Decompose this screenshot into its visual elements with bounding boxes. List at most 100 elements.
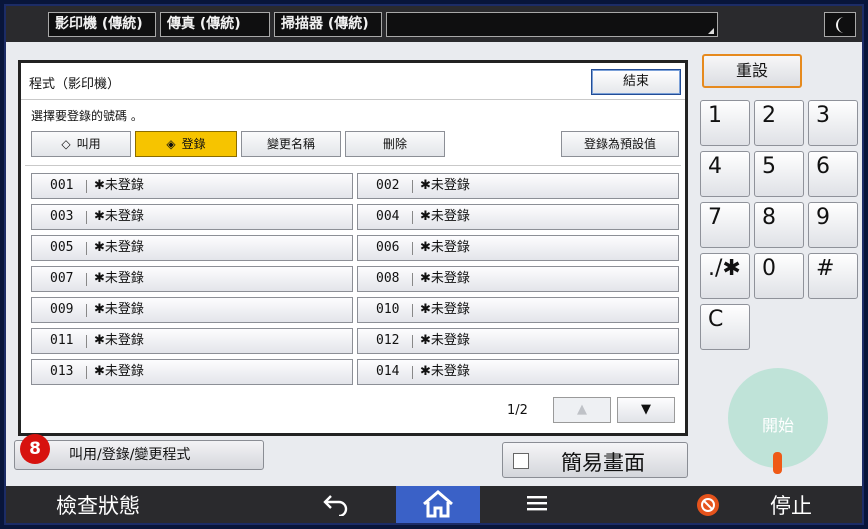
- program-slot-003[interactable]: 003 ✱未登錄: [31, 204, 353, 230]
- program-slot-009[interactable]: 009 ✱未登錄: [31, 297, 353, 323]
- keypad-key-11[interactable]: #: [808, 253, 858, 299]
- stop-button[interactable]: 停止: [770, 490, 812, 520]
- slot-number: 010: [376, 302, 400, 317]
- program-slot-008[interactable]: 008 ✱未登錄: [357, 266, 679, 292]
- slot-label: ✱未登錄: [94, 240, 144, 255]
- slot-divider: [86, 242, 87, 255]
- bottom-bar: 檢查狀態 停止: [6, 486, 862, 523]
- slot-label: ✱未登錄: [420, 302, 470, 317]
- menu-button[interactable]: [526, 494, 548, 516]
- energy-saver-button[interactable]: [824, 12, 856, 37]
- program-slot-010[interactable]: 010 ✱未登錄: [357, 297, 679, 323]
- program-slot-001[interactable]: 001 ✱未登錄: [31, 173, 353, 199]
- slot-divider: [86, 180, 87, 193]
- simple-screen-button[interactable]: 簡易畫面: [502, 442, 688, 478]
- simple-screen-label: 簡易畫面: [561, 451, 645, 475]
- slot-number: 007: [50, 271, 74, 286]
- hamburger-menu-icon: [527, 496, 547, 511]
- step-number-badge: 8: [20, 434, 50, 464]
- keypad-key-7[interactable]: 8: [754, 202, 804, 248]
- copier-screen: 影印機 (傳統) 傳真 (傳統) 掃描器 (傳統) 程式（影印機） 結束 選擇要…: [4, 4, 864, 525]
- delete-button[interactable]: 刪除: [345, 131, 445, 157]
- register-button[interactable]: ◈ 登錄: [135, 131, 237, 157]
- slot-label: ✱未登錄: [420, 271, 470, 286]
- slot-divider: [86, 366, 87, 379]
- slot-divider: [86, 273, 87, 286]
- slot-divider: [86, 335, 87, 348]
- keypad-key-1[interactable]: 2: [754, 100, 804, 146]
- recall-button[interactable]: ◇ 叫用: [31, 131, 131, 157]
- keypad-key-10[interactable]: 0: [754, 253, 804, 299]
- slot-divider: [86, 304, 87, 317]
- check-status-button[interactable]: 檢查狀態: [56, 490, 140, 520]
- slot-number: 003: [50, 209, 74, 224]
- program-slot-006[interactable]: 006 ✱未登錄: [357, 235, 679, 261]
- program-slot-011[interactable]: 011 ✱未登錄: [31, 328, 353, 354]
- slot-divider: [412, 273, 413, 286]
- tab-scanner-classic[interactable]: 掃描器 (傳統): [274, 12, 382, 37]
- slot-divider: [86, 211, 87, 224]
- slot-divider: [412, 242, 413, 255]
- page-indicator: 1/2: [507, 403, 528, 418]
- program-slot-007[interactable]: 007 ✱未登錄: [31, 266, 353, 292]
- program-slot-005[interactable]: 005 ✱未登錄: [31, 235, 353, 261]
- message-area: [386, 12, 718, 37]
- slot-label: ✱未登錄: [94, 209, 144, 224]
- tab-copier-classic[interactable]: 影印機 (傳統): [48, 12, 156, 37]
- keypad-key-3[interactable]: 4: [700, 151, 750, 197]
- set-default-button[interactable]: 登錄為預設值: [561, 131, 679, 157]
- simple-screen-checkbox[interactable]: [513, 453, 529, 469]
- slot-divider: [412, 180, 413, 193]
- keypad-key-6[interactable]: 7: [700, 202, 750, 248]
- slot-number: 004: [376, 209, 400, 224]
- program-slot-002[interactable]: 002 ✱未登錄: [357, 173, 679, 199]
- slot-label: ✱未登錄: [420, 240, 470, 255]
- program-slot-012[interactable]: 012 ✱未登錄: [357, 328, 679, 354]
- slot-divider: [412, 304, 413, 317]
- slot-number: 012: [376, 333, 400, 348]
- slot-label: ✱未登錄: [94, 178, 144, 193]
- back-button[interactable]: [322, 492, 350, 520]
- slot-label: ✱未登錄: [94, 271, 144, 286]
- divider: [21, 99, 685, 100]
- program-button[interactable]: 叫用/登錄/變更程式: [14, 440, 264, 470]
- slot-number: 014: [376, 364, 400, 379]
- tab-fax-classic[interactable]: 傳真 (傳統): [160, 12, 270, 37]
- keypad-key-5[interactable]: 6: [808, 151, 858, 197]
- keypad-key-2[interactable]: 3: [808, 100, 858, 146]
- end-button[interactable]: 結束: [591, 69, 681, 95]
- slot-label: ✱未登錄: [94, 302, 144, 317]
- start-button[interactable]: 開始: [728, 368, 828, 474]
- slot-label: ✱未登錄: [420, 364, 470, 379]
- divider: [25, 165, 681, 166]
- keypad-key-9[interactable]: ./✱: [700, 253, 750, 299]
- slot-number: 009: [50, 302, 74, 317]
- slot-divider: [412, 335, 413, 348]
- slot-number: 008: [376, 271, 400, 286]
- keypad-key-12[interactable]: C: [700, 304, 750, 350]
- page-down-button[interactable]: ▼: [617, 397, 675, 423]
- instruction-text: 選擇要登錄的號碼 。: [31, 109, 143, 123]
- slot-label: ✱未登錄: [94, 333, 144, 348]
- recall-diamond-icon: ◇: [61, 137, 71, 151]
- start-label: 開始: [761, 416, 794, 435]
- keypad-key-4[interactable]: 5: [754, 151, 804, 197]
- slot-divider: [412, 211, 413, 224]
- register-diamond-icon: ◈: [166, 137, 176, 151]
- slot-number: 013: [50, 364, 74, 379]
- resize-corner-icon: [708, 28, 714, 34]
- slot-label: ✱未登錄: [94, 364, 144, 379]
- slot-divider: [412, 366, 413, 379]
- slot-number: 011: [50, 333, 74, 348]
- rename-button[interactable]: 變更名稱: [241, 131, 341, 157]
- keypad-key-8[interactable]: 9: [808, 202, 858, 248]
- program-slot-013[interactable]: 013 ✱未登錄: [31, 359, 353, 385]
- slot-number: 002: [376, 178, 400, 193]
- program-slot-014[interactable]: 014 ✱未登錄: [357, 359, 679, 385]
- reset-button[interactable]: 重設: [702, 54, 802, 88]
- keypad-key-0[interactable]: 1: [700, 100, 750, 146]
- program-slot-004[interactable]: 004 ✱未登錄: [357, 204, 679, 230]
- dialog-title: 程式（影印機）: [29, 77, 121, 92]
- page-up-button[interactable]: ▲: [553, 397, 611, 423]
- home-button[interactable]: [396, 486, 480, 523]
